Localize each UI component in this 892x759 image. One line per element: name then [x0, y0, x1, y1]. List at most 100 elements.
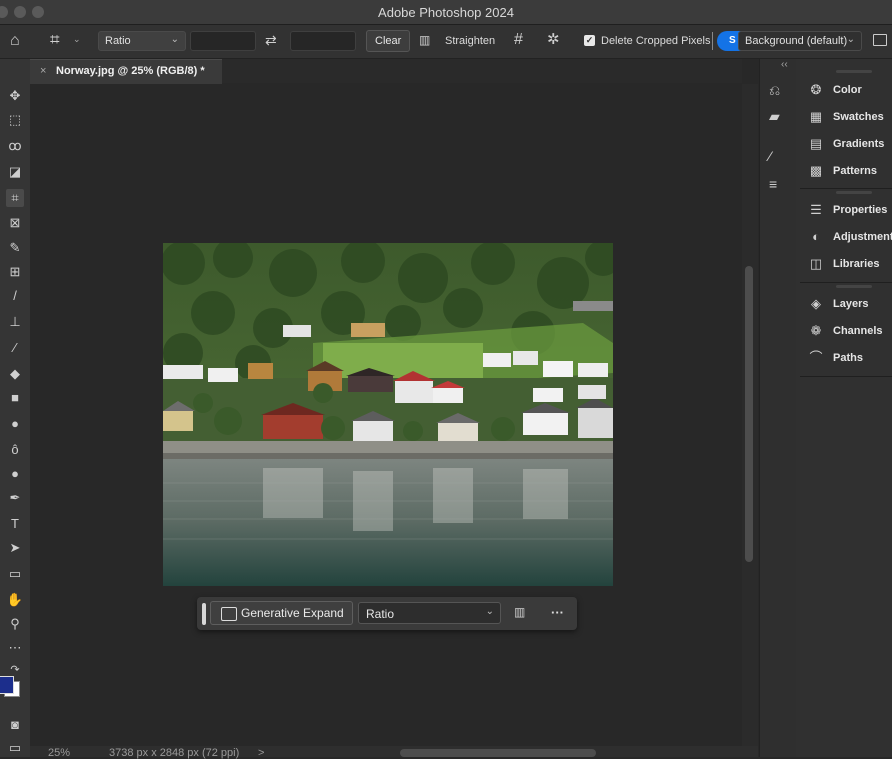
comments-icon[interactable]: ▰	[769, 109, 780, 123]
gear-icon[interactable]: ✲	[547, 32, 560, 47]
generative-expand-label: Generative Expand	[241, 606, 344, 620]
vertical-scroll-thumb[interactable]	[745, 266, 753, 562]
app-title: Adobe Photoshop 2024	[378, 5, 514, 20]
eraser-tool-icon[interactable]: ◆	[6, 365, 24, 383]
panel-group-grabber[interactable]	[836, 285, 872, 288]
drag-handle[interactable]	[202, 603, 206, 625]
generative-expand-button[interactable]: Generative Expand	[210, 601, 353, 625]
fill-dropdown[interactable]: Background (default) ⌄	[738, 31, 862, 51]
panel-group-grabber[interactable]	[836, 70, 872, 73]
context-ratio-dropdown[interactable]: Ratio ⌄	[358, 602, 501, 624]
horizontal-scroll-thumb[interactable]	[400, 749, 596, 757]
collapse-panels-icon[interactable]: ‹‹	[781, 59, 788, 70]
libraries-icon: ◫	[809, 256, 823, 271]
brush-tool-icon[interactable]: /	[6, 287, 24, 305]
home-icon[interactable]: ⌂	[10, 33, 20, 49]
pen-tool-icon[interactable]: ✒	[6, 489, 24, 507]
panel-swatches-label: Swatches	[833, 111, 884, 123]
zoom-tool-icon[interactable]: ⚲	[6, 615, 24, 633]
document-tab-label: Norway.jpg @ 25% (RGB/8) *	[56, 65, 205, 77]
gradient-icon: ▤	[809, 136, 823, 151]
straighten-button[interactable]: Straighten	[445, 35, 495, 47]
swap-icon[interactable]: ⇄	[265, 33, 277, 47]
overlay-grid-icon[interactable]: #	[514, 32, 523, 48]
stamp-tool-icon[interactable]: ⊥	[6, 313, 24, 331]
move-tool-icon[interactable]: ✥	[6, 87, 24, 105]
context-ratio-label: Ratio	[366, 607, 395, 621]
marquee-tool-icon[interactable]: ⬚	[6, 111, 24, 129]
channels-icon: ❁	[810, 323, 822, 338]
foreground-color-swatch[interactable]	[0, 676, 14, 694]
panel-adjustments[interactable]: ◐ Adjustments	[804, 228, 892, 248]
type-tool-icon[interactable]: T	[6, 515, 24, 533]
panel-group-grabber[interactable]	[836, 191, 872, 194]
panel-libraries[interactable]: ◫ Libraries	[804, 255, 892, 275]
close-tab-icon[interactable]: ×	[40, 65, 46, 77]
healing-tool-icon[interactable]: ⊞	[6, 263, 24, 281]
layers-icon: ◈	[811, 296, 821, 311]
chevron-down-icon: ⌄	[485, 606, 494, 617]
document-image[interactable]	[163, 243, 613, 586]
panel-paths-label: Paths	[833, 352, 863, 364]
panel-patterns[interactable]: ▩ Patterns	[804, 162, 892, 182]
brush-presets-icon[interactable]: ≡	[769, 177, 777, 191]
history-brush-tool-icon[interactable]: ⁄	[6, 339, 24, 357]
blur-tool-icon[interactable]: ●	[6, 415, 24, 433]
panel-color-label: Color	[833, 84, 862, 96]
title-bar: Adobe Photoshop 2024	[0, 0, 892, 25]
panel-libraries-label: Libraries	[833, 258, 880, 270]
panel-divider	[800, 376, 892, 377]
fill-dropdown-label: Background (default)	[745, 35, 848, 47]
gradient-tool-icon[interactable]: ■	[6, 389, 24, 407]
workspace-icon[interactable]	[873, 34, 887, 46]
quick-mask-icon[interactable]: ◙	[6, 716, 24, 734]
more-tools-icon[interactable]: ⋯	[6, 639, 24, 657]
panel-channels-label: Channels	[833, 325, 883, 337]
delete-cropped-checkbox[interactable]: ✓	[584, 35, 595, 46]
panel-channels[interactable]: ❁ Channels	[804, 322, 892, 342]
patterns-icon: ▩	[809, 163, 823, 178]
collapsed-panel-strip: ‹‹ ⎌ ▰ ⁄ ≡	[759, 59, 797, 757]
panel-gradients[interactable]: ▤ Gradients	[804, 135, 892, 155]
ratio-width-input[interactable]	[190, 31, 256, 51]
panel-layers[interactable]: ◈ Layers	[804, 295, 892, 315]
clear-button[interactable]: Clear	[366, 30, 411, 52]
adjustments-icon: ◐	[812, 229, 820, 244]
panel-paths[interactable]: ⌒ Paths	[804, 349, 892, 369]
crop-tool-icon[interactable]: ⌗	[6, 189, 24, 207]
hand-tool-icon[interactable]: ✋	[6, 591, 24, 609]
status-bar: 25% 3738 px x 2848 px (72 ppi) >	[30, 746, 758, 759]
properties-icon: ☰	[810, 202, 822, 217]
eyedropper-tool-icon[interactable]: ✎	[6, 239, 24, 257]
document-tab[interactable]: × Norway.jpg @ 25% (RGB/8) *	[30, 59, 222, 85]
chevron-down-icon: ⌄	[170, 34, 179, 45]
path-select-tool-icon[interactable]: ➤	[6, 539, 24, 557]
object-select-tool-icon[interactable]: ◪	[6, 163, 24, 181]
brush-settings-icon[interactable]: ⁄	[769, 149, 771, 163]
lasso-tool-icon[interactable]: ꝏ	[6, 137, 24, 155]
panel-color[interactable]: ❂ Color	[804, 81, 892, 101]
ratio-dropdown[interactable]: Ratio ⌄	[98, 31, 186, 51]
ratio-dropdown-label: Ratio	[105, 35, 131, 47]
panel-divider	[800, 188, 892, 189]
rectangle-tool-icon[interactable]: ▭	[6, 565, 24, 583]
document-info: 3738 px x 2848 px (72 ppi)	[109, 747, 240, 759]
ratio-height-input[interactable]	[290, 31, 356, 51]
dodge-tool-icon[interactable]: ô	[6, 441, 24, 459]
crop-tool-preset-icon[interactable]: ⌗	[50, 31, 60, 48]
status-menu-arrow[interactable]: >	[258, 747, 264, 759]
panel-properties-label: Properties	[833, 204, 888, 216]
frame-tool-icon[interactable]: ⊠	[6, 214, 24, 232]
tools-panel: ✥ ⬚ ꝏ ◪ ⌗ ⊠ ✎ ⊞ / ⊥ ⁄ ◆ ■ ● ô ● ✒ T ➤ ▭ …	[0, 59, 31, 757]
screen-mode-icon[interactable]: ▭	[6, 739, 24, 757]
zoom-level[interactable]: 25%	[48, 747, 70, 759]
sponge-tool-icon[interactable]: ●	[6, 465, 24, 483]
panel-properties[interactable]: ☰ Properties	[804, 201, 892, 221]
swatches-icon: ▦	[809, 109, 823, 124]
panel-swatches[interactable]: ▦ Swatches	[804, 108, 892, 128]
history-icon[interactable]: ⎌	[769, 83, 780, 97]
straighten-icon[interactable]: ▥	[419, 34, 430, 46]
straighten-icon[interactable]: ▥	[514, 606, 525, 618]
chevron-down-icon[interactable]: ⌄	[73, 35, 81, 44]
more-options-button[interactable]: ···	[551, 605, 564, 620]
